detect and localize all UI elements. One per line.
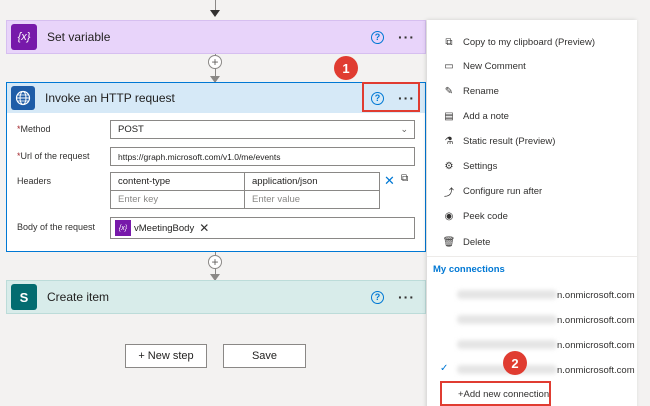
comment-icon: ▭ [444, 60, 454, 72]
http-card-title: Invoke an HTTP request [45, 91, 175, 105]
note-icon: ▤ [444, 110, 454, 122]
create-item-title: Create item [47, 290, 110, 304]
redacted-email [457, 315, 557, 324]
body-token-label: vMeetingBody [134, 222, 195, 234]
connection-item[interactable]: n.onmicrosoft.com [427, 308, 637, 332]
chevron-down-icon: ⌄ [400, 124, 408, 134]
new-step-button[interactable]: + New step [125, 344, 207, 368]
sharepoint-icon: S [11, 284, 37, 310]
more-options-icon[interactable]: ··· [398, 289, 415, 305]
connection-item[interactable]: n.onmicrosoft.com [427, 333, 637, 357]
annotation-badge-2: 2 [503, 351, 527, 375]
insert-step-plus-icon[interactable]: + [208, 255, 222, 269]
variable-icon: {x} [115, 220, 131, 236]
header-key-input[interactable]: content-type [110, 172, 245, 191]
checkmark-icon: ✓ [440, 363, 449, 374]
menu-divider [427, 256, 637, 257]
menu-item-configure-run-after[interactable]: ⤴ Configure run after [427, 179, 637, 203]
insert-step-plus-icon[interactable]: + [208, 55, 222, 69]
remove-token-icon[interactable]: ✕ [199, 221, 209, 235]
gear-icon: ⚙ [444, 160, 454, 172]
annotation-badge-1: 1 [334, 56, 358, 80]
help-icon[interactable]: ? [371, 30, 384, 44]
redacted-email [457, 340, 557, 349]
body-token[interactable]: {x} vMeetingBody ✕ [115, 220, 209, 236]
menu-item-rename[interactable]: ✎ Rename [427, 79, 637, 103]
method-dropdown[interactable]: POST ⌄ [110, 120, 415, 139]
switch-to-text-mode-icon[interactable]: ⧉ [401, 173, 408, 184]
globe-icon [11, 86, 35, 110]
set-variable-card[interactable]: {x} Set variable ? ··· [6, 20, 426, 54]
method-value: POST [118, 124, 144, 135]
create-item-card[interactable]: S Create item ? ··· [6, 280, 426, 314]
beaker-icon: ⚗ [444, 135, 454, 147]
run-after-icon: ⤴ [444, 187, 454, 199]
body-label: Body of the request [17, 222, 96, 232]
annotation-box-2 [440, 381, 551, 406]
new-header-value-input[interactable]: Enter value [244, 190, 380, 209]
menu-item-settings[interactable]: ⚙ Settings [427, 154, 637, 178]
headers-label: Headers [17, 176, 52, 186]
eye-icon: ◉ [444, 210, 454, 222]
connections-heading: My connections [433, 264, 505, 275]
menu-item-peek-code[interactable]: ◉ Peek code [427, 204, 637, 228]
new-header-key-input[interactable]: Enter key [110, 190, 245, 209]
context-menu: ⧉ Copy to my clipboard (Preview) ▭ New C… [427, 20, 637, 406]
variable-icon: {x} [11, 24, 37, 50]
menu-item-copy[interactable]: ⧉ Copy to my clipboard (Preview) [427, 30, 637, 54]
remove-header-icon[interactable]: ✕ [384, 173, 395, 189]
annotation-box-1 [362, 82, 420, 112]
menu-item-delete[interactable]: 🗑 Delete [427, 230, 637, 254]
url-label: *Url of the request [17, 151, 90, 161]
redacted-email [457, 290, 557, 299]
connection-item-selected[interactable]: ✓ n.onmicrosoft.com [427, 358, 637, 382]
help-icon[interactable]: ? [371, 290, 384, 304]
copy-icon: ⧉ [445, 36, 453, 48]
set-variable-title: Set variable [47, 30, 111, 44]
header-value-input[interactable]: application/json [244, 172, 380, 191]
connection-item[interactable]: n.onmicrosoft.com [427, 283, 637, 307]
url-input[interactable]: https://graph.microsoft.com/v1.0/me/even… [110, 147, 415, 166]
more-options-icon[interactable]: ··· [398, 29, 415, 45]
trash-icon: 🗑 [442, 236, 456, 248]
menu-item-new-comment[interactable]: ▭ New Comment [427, 54, 637, 78]
rename-icon: ✎ [444, 85, 454, 97]
method-label: *Method [17, 124, 51, 134]
menu-item-add-note[interactable]: ▤ Add a note [427, 104, 637, 128]
body-input[interactable]: {x} vMeetingBody ✕ [110, 217, 415, 239]
arrow-down-icon [210, 10, 220, 17]
save-button[interactable]: Save [223, 344, 306, 368]
menu-item-static-result[interactable]: ⚗ Static result (Preview) [427, 129, 637, 153]
